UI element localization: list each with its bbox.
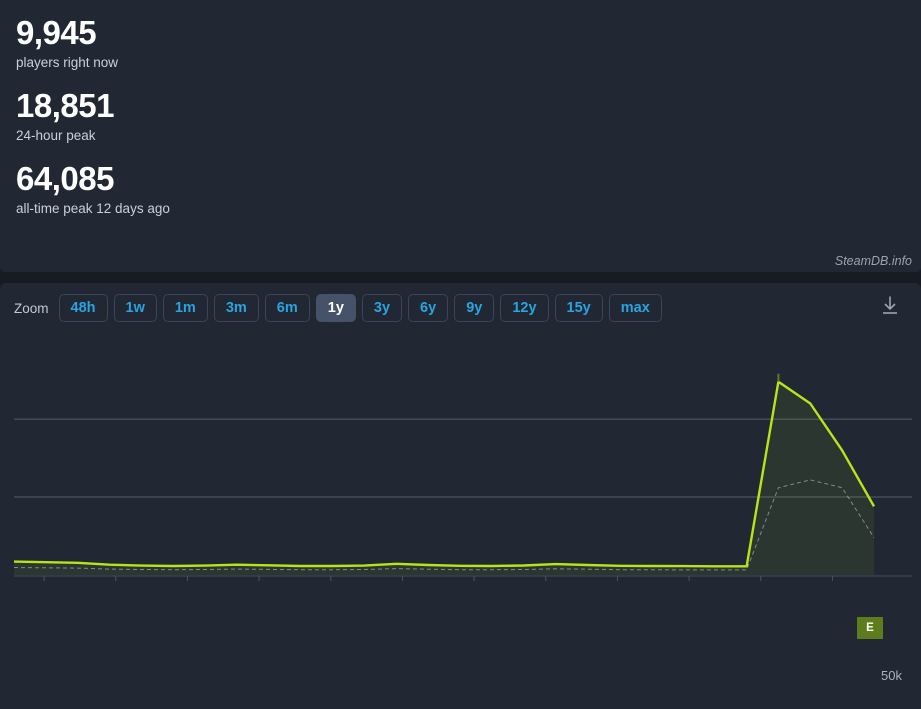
zoom-toolbar: Zoom 48h 1w 1m 3m 6m 1y 3y 6y 9y 12y 15y max — [0, 283, 921, 333]
stat-label: players right now — [16, 54, 119, 70]
y-axis-label-50k: 50k — [881, 668, 902, 683]
stat-players-now: 9,945 players right now — [16, 14, 905, 73]
event-marker-badge[interactable]: E — [857, 617, 883, 639]
players-area-fill — [14, 381, 874, 575]
range-button-6m[interactable]: 6m — [264, 293, 310, 323]
average-players-line — [13, 479, 875, 571]
range-button-6y[interactable]: 6y — [408, 293, 449, 323]
main-plot-area[interactable] — [0, 333, 921, 581]
zoom-label: Zoom — [14, 300, 49, 316]
range-button-group: 48h 1w 1m 3m 6m 1y 3y 6y 9y 12y 15y max — [58, 293, 668, 323]
stat-value: 18,851 — [16, 87, 114, 125]
players-line — [13, 380, 876, 568]
range-button-3y[interactable]: 3y — [361, 293, 403, 323]
chart-panel: Zoom 48h 1w 1m 3m 6m 1y 3y 6y 9y 12y 15y max E 50k … — [0, 283, 921, 709]
range-button-9y[interactable]: 9y — [454, 293, 495, 323]
stat-label: all-time peak 12 days ago — [16, 201, 170, 217]
range-button-3m[interactable]: 3m — [213, 293, 259, 323]
range-button-48h[interactable]: 48h — [58, 293, 108, 323]
range-button-1m[interactable]: 1m — [162, 293, 208, 323]
stat-value: 64,085 — [16, 160, 114, 198]
range-button-max[interactable]: max — [608, 293, 662, 323]
stat-value: 9,945 — [16, 14, 97, 51]
players-chart-svg — [13, 373, 912, 581]
download-icon[interactable] — [877, 294, 903, 323]
range-button-12y[interactable]: 12y — [500, 293, 549, 323]
stats-panel: 9,945 players right now 18,851 24-hour p… — [0, 0, 921, 272]
steamdb-watermark: SteamDB.info — [834, 254, 912, 268]
range-button-15y[interactable]: 15y — [554, 293, 603, 323]
stat-24h-peak: 18,851 24-hour peak — [16, 87, 905, 146]
range-button-1w[interactable]: 1w — [113, 293, 157, 323]
stat-alltime-peak: 64,085 all-time peak 12 days ago — [16, 160, 905, 219]
range-button-1y[interactable]: 1y — [315, 293, 356, 323]
stat-label: 24-hour peak — [16, 128, 96, 144]
